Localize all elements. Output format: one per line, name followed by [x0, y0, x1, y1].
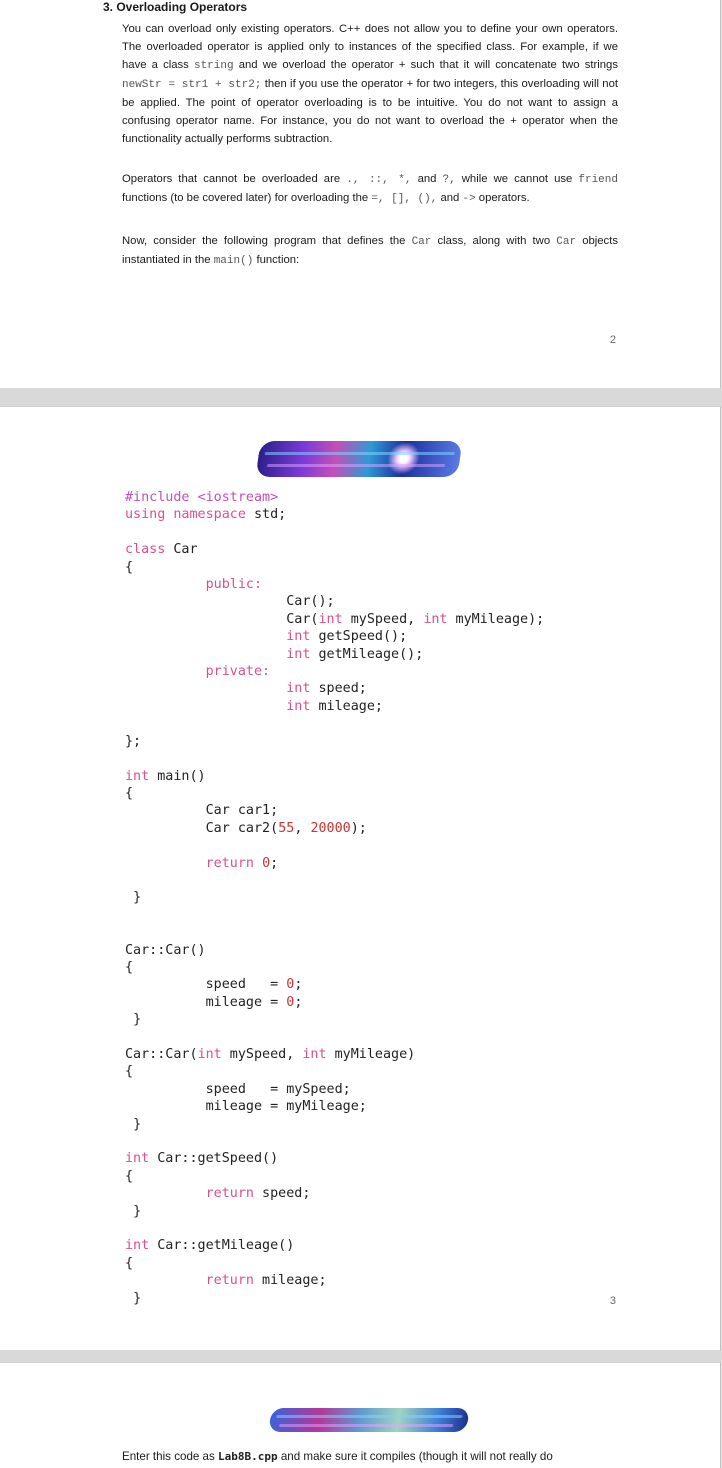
- page-gap: [0, 388, 722, 406]
- code-listing: #include <iostream> using namespace std;…: [125, 490, 545, 1306]
- redaction-scribble: [268, 1408, 470, 1432]
- paragraph-program-intro: Now, consider the following program that…: [122, 235, 618, 267]
- document-page-2: 3. Overloading Operators You can overloa…: [0, 0, 721, 388]
- document-page-4: Enter this code as Lab8B.cpp and make su…: [0, 1362, 721, 1468]
- redaction-scribble: [255, 441, 463, 477]
- paragraph-intro: You can overload only existing operators…: [122, 23, 618, 145]
- section-heading: 3. Overloading Operators: [103, 0, 248, 14]
- page-number: 3: [609, 1295, 616, 1307]
- page-number: 2: [609, 334, 616, 346]
- paragraph-enter-code: Enter this code as Lab8B.cpp and make su…: [122, 1450, 553, 1463]
- paragraph-restrictions: Operators that cannot be overloaded are …: [122, 173, 618, 205]
- page-gap: [0, 1349, 722, 1362]
- document-page-3: #include <iostream> using namespace std;…: [0, 406, 721, 1350]
